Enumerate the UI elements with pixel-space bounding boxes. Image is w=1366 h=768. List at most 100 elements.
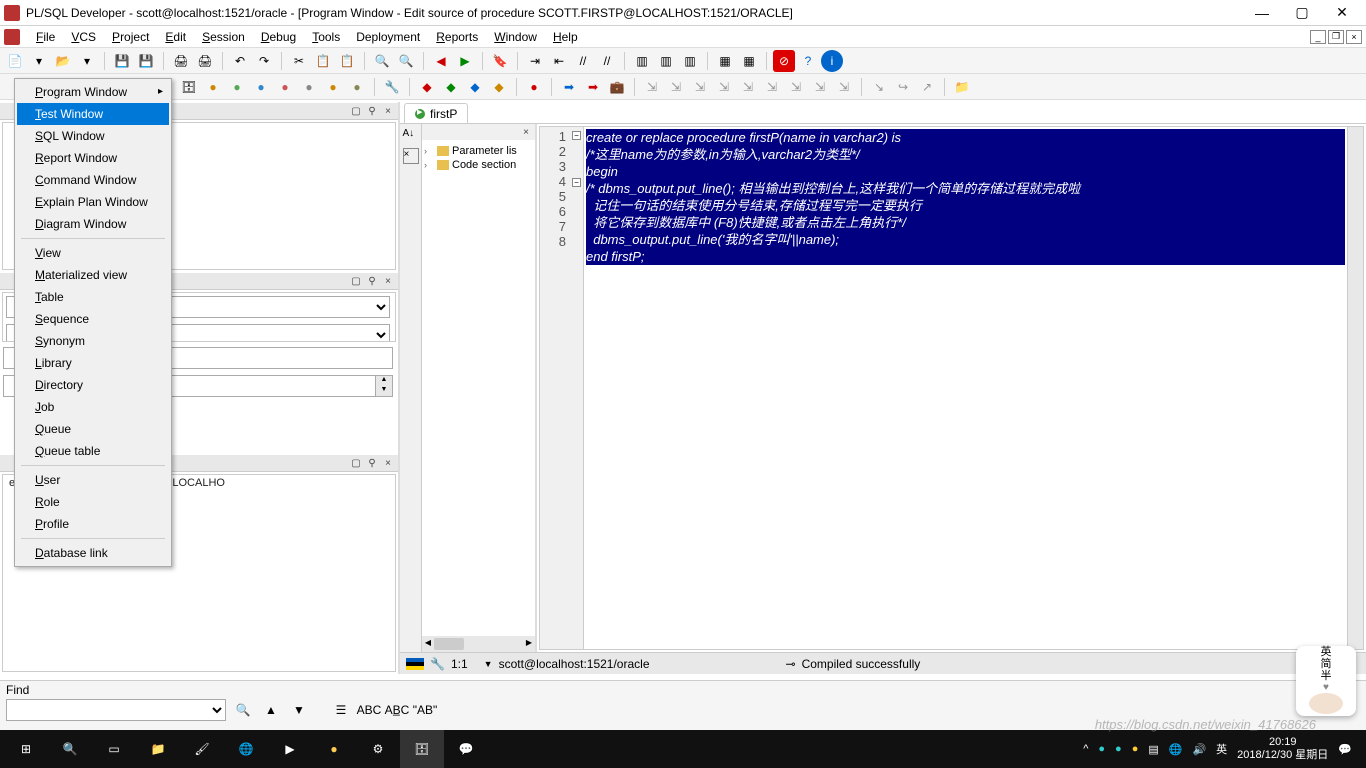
sort-az-button[interactable]: A↓ [403,128,419,144]
ctx-database-link[interactable]: Database link [17,542,169,564]
search-button[interactable]: 🔍 [48,730,92,768]
comment-button[interactable]: // [572,50,594,72]
window2-button[interactable]: ▥ [655,50,677,72]
db3-button[interactable]: ● [250,76,272,98]
ctx-diagram-window[interactable]: Diagram Window [17,213,169,235]
save-all-button[interactable]: 💾 [135,50,157,72]
help-button[interactable]: ? [797,50,819,72]
tray-ime[interactable]: 英 [1216,741,1227,757]
step5-button[interactable]: ⇲ [737,76,759,98]
tag-orange-button[interactable]: ◆ [488,76,510,98]
fold-gutter[interactable]: − − [570,127,584,649]
explorer-button[interactable]: 📁 [136,730,180,768]
tray-icon2[interactable]: ● [1115,743,1122,755]
code-text-area[interactable]: create or replace procedure firstP(name … [584,127,1347,649]
outline-scrollbar[interactable]: ◀ ▶ [422,636,535,652]
run-blue-button[interactable]: ➡ [558,76,580,98]
back-button[interactable]: ◀ [430,50,452,72]
save-button[interactable]: 💾 [111,50,133,72]
maximize-button[interactable]: ▢ [1282,1,1322,25]
menu-debug[interactable]: Debug [253,28,304,46]
tray-network[interactable]: 🌐 [1169,743,1183,756]
find-up-button[interactable]: ▲ [260,699,282,721]
db-sql-button[interactable]: 🗄 [178,76,200,98]
tray-icon4[interactable]: ▤ [1148,743,1158,756]
briefcase-button[interactable]: 💼 [606,76,628,98]
stop-button[interactable]: ⊘ [773,50,795,72]
db2-button[interactable]: ● [226,76,248,98]
window1-button[interactable]: ▥ [631,50,653,72]
breakpoint-button[interactable]: ● [523,76,545,98]
menu-deployment[interactable]: Deployment [348,28,428,46]
ctx-explain-plan-window[interactable]: Explain Plan Window [17,191,169,213]
cascade-button[interactable]: ▦ [714,50,736,72]
bookmark-button[interactable]: 🔖 [489,50,511,72]
step1-button[interactable]: ⇲ [641,76,663,98]
ctx-sequence[interactable]: Sequence [17,308,169,330]
window3-button[interactable]: ▥ [679,50,701,72]
ctx-role[interactable]: Role [17,491,169,513]
mdi-minimize[interactable]: _ [1310,30,1326,44]
print-setup-button[interactable]: 🖨 [194,50,216,72]
pane4-pin2[interactable]: ⚲ [365,456,379,470]
ctx-view[interactable]: View [17,242,169,264]
new-dropdown[interactable]: ▾ [28,50,50,72]
tag-green-button[interactable]: ◆ [440,76,462,98]
start-button[interactable]: ⊞ [4,730,48,768]
ctx-program-window[interactable]: Program Window▸ [17,81,169,103]
menu-reports[interactable]: Reports [428,28,486,46]
new-button[interactable]: 📄 [4,50,26,72]
outline-node-parameter[interactable]: › Parameter lis [424,144,533,158]
taskview-button[interactable]: ▭ [92,730,136,768]
find-word-button[interactable]: AB̲C [386,699,408,721]
find-button[interactable]: 🔍 [371,50,393,72]
find-down-button[interactable]: ▼ [288,699,310,721]
ctx-test-window[interactable]: Test Window [17,103,169,125]
find-highlight-button[interactable]: ☰ [330,699,352,721]
paste-button[interactable]: 📋 [336,50,358,72]
app2-button[interactable]: ⚙ [356,730,400,768]
chrome-button[interactable]: ● [312,730,356,768]
open-button[interactable]: 📂 [52,50,74,72]
tile-button[interactable]: ▦ [738,50,760,72]
db5-button[interactable]: ● [298,76,320,98]
outline-close[interactable]: × [519,125,533,139]
ime-floater[interactable]: 英简半 ♥ [1296,646,1356,716]
wechat-button[interactable]: 💬 [444,730,488,768]
mdi-restore[interactable]: ❐ [1328,30,1344,44]
pane2-close[interactable]: × [381,274,395,288]
replace-button[interactable]: 🔍 [395,50,417,72]
ctx-user[interactable]: User [17,469,169,491]
notifications-button[interactable]: 💬 [1338,743,1352,756]
step7-button[interactable]: ⇲ [785,76,807,98]
cut-button[interactable]: ✂ [288,50,310,72]
plsql-button[interactable]: 🗄 [400,730,444,768]
redo-button[interactable]: ↷ [253,50,275,72]
folder-run-button[interactable]: 📁 [951,76,973,98]
menu-vcs[interactable]: VCS [63,28,104,46]
ctx-queue[interactable]: Queue [17,418,169,440]
mdi-close[interactable]: × [1346,30,1362,44]
find-case-button[interactable]: ABC [358,699,380,721]
tag-red-button[interactable]: ◆ [416,76,438,98]
tab-firstp[interactable]: firstP [404,103,468,123]
props-close-button[interactable]: × [403,148,419,164]
pane1-pin2[interactable]: ⚲ [365,104,379,118]
menu-tools[interactable]: Tools [304,28,348,46]
ctx-table[interactable]: Table [17,286,169,308]
tag-blue-button[interactable]: ◆ [464,76,486,98]
clock[interactable]: 20:19 2018/12/30 星期日 [1237,736,1328,762]
pane1-pin[interactable]: ▢ [349,104,363,118]
ctx-synonym[interactable]: Synonym [17,330,169,352]
ctx-queue-table[interactable]: Queue table [17,440,169,462]
menu-window[interactable]: Window [486,28,545,46]
pane4-pin[interactable]: ▢ [349,456,363,470]
find-next-button[interactable]: 🔍 [232,699,254,721]
about-button[interactable]: i [821,50,843,72]
print-button[interactable]: 🖨 [170,50,192,72]
open-dropdown[interactable]: ▾ [76,50,98,72]
media-button[interactable]: ▶ [268,730,312,768]
forward-button[interactable]: ▶ [454,50,476,72]
ctx-profile[interactable]: Profile [17,513,169,535]
db6-button[interactable]: ● [322,76,344,98]
